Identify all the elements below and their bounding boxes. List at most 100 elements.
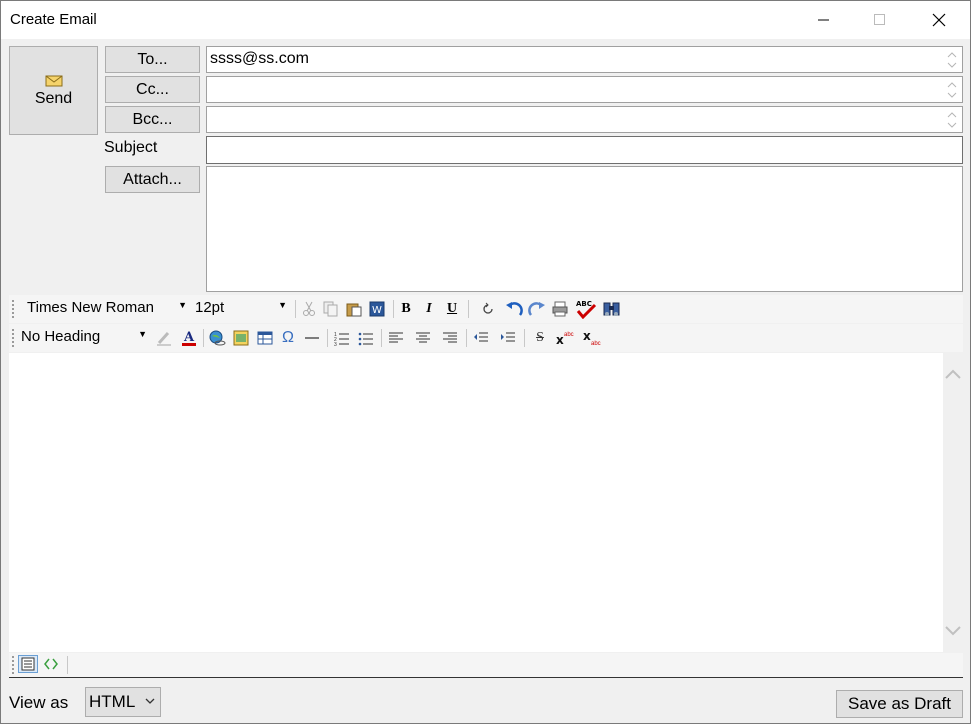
font-size-value: 12pt — [195, 299, 225, 316]
paste-icon[interactable] — [345, 300, 363, 318]
formatting-toolbar-1: Times New Roman ▼ 12pt ▼ W B I U ABC — [9, 295, 963, 323]
minimize-button[interactable] — [801, 1, 847, 39]
design-view-button[interactable] — [18, 655, 38, 673]
toolbar-separator — [381, 329, 382, 347]
editor-scrollbar[interactable] — [943, 353, 963, 652]
font-family-dropdown[interactable]: Times New Roman ▼ — [27, 299, 187, 319]
cc-field[interactable] — [206, 76, 963, 103]
to-field-value: ssss@ss.com — [210, 50, 309, 67]
copy-icon[interactable] — [322, 300, 340, 318]
heading-dropdown[interactable]: No Heading ▼ — [21, 328, 147, 348]
design-view-icon — [21, 657, 35, 671]
scroll-down-icon[interactable] — [943, 621, 963, 641]
to-field-spinner-icon[interactable] — [942, 47, 962, 72]
toolbar-separator — [327, 329, 328, 347]
scroll-up-icon[interactable] — [943, 365, 963, 385]
create-email-window: Create Email Send To... Cc... Bcc... Sub… — [0, 0, 971, 724]
font-family-value: Times New Roman — [27, 299, 154, 316]
close-icon — [932, 13, 946, 27]
window-title: Create Email — [10, 11, 97, 28]
print-icon[interactable] — [551, 300, 569, 318]
toolbar-grip[interactable] — [12, 656, 16, 674]
formatting-toolbar-2: No Heading ▼ A Ω 123 S x abc x abc — [9, 324, 963, 352]
italic-icon[interactable]: I — [420, 300, 438, 318]
maximize-button[interactable] — [857, 1, 903, 39]
align-left-icon[interactable] — [387, 329, 405, 347]
save-as-draft-button[interactable]: Save as Draft — [836, 690, 963, 718]
svg-text:3: 3 — [334, 342, 337, 346]
send-label: Send — [34, 89, 73, 107]
hyperlink-icon[interactable] — [208, 329, 226, 347]
svg-text:A: A — [183, 330, 195, 345]
font-size-dropdown[interactable]: 12pt ▼ — [195, 299, 287, 319]
svg-text:ABC: ABC — [576, 300, 592, 308]
align-right-icon[interactable] — [441, 329, 459, 347]
cc-button[interactable]: Cc... — [105, 76, 200, 103]
bold-icon[interactable]: B — [397, 300, 415, 318]
special-char-icon[interactable]: Ω — [279, 329, 297, 347]
svg-text:W: W — [372, 305, 382, 316]
toolbar-separator — [524, 329, 525, 347]
cc-field-spinner-icon[interactable] — [942, 77, 962, 102]
refresh-icon[interactable] — [479, 300, 497, 318]
toolbar-separator — [393, 300, 394, 318]
view-as-select[interactable]: HTML — [85, 687, 161, 717]
chevron-down-icon: ▼ — [278, 300, 287, 310]
bullet-list-icon[interactable] — [357, 329, 375, 347]
toolbar-separator — [67, 656, 68, 674]
title-bar: Create Email — [1, 1, 970, 39]
close-button[interactable] — [916, 1, 962, 39]
redo-icon[interactable] — [528, 300, 546, 318]
svg-text:abc: abc — [564, 332, 574, 338]
editor-mode-bar — [9, 653, 963, 678]
toolbar-separator — [295, 300, 296, 318]
toolbar-separator — [466, 329, 467, 347]
find-icon[interactable] — [602, 300, 622, 318]
svg-text:x: x — [583, 330, 591, 343]
cut-icon[interactable] — [300, 300, 318, 318]
toolbar-grip[interactable] — [12, 329, 16, 347]
horizontal-rule-icon[interactable] — [303, 329, 321, 347]
to-field[interactable]: ssss@ss.com — [206, 46, 963, 73]
attachments-list[interactable] — [206, 166, 963, 292]
heading-value: No Heading — [21, 328, 101, 345]
bcc-field-spinner-icon[interactable] — [942, 107, 962, 132]
numbered-list-icon[interactable]: 123 — [333, 329, 351, 347]
paste-word-icon[interactable]: W — [368, 300, 386, 318]
save-as-draft-label: Save as Draft — [848, 694, 951, 713]
chevron-down-icon — [145, 698, 155, 704]
table-icon[interactable] — [256, 329, 274, 347]
svg-text:x: x — [556, 333, 564, 346]
highlight-icon[interactable] — [155, 329, 173, 347]
font-color-icon[interactable]: A — [180, 329, 198, 347]
to-button[interactable]: To... — [105, 46, 200, 73]
toolbar-separator — [203, 329, 204, 347]
subscript-icon[interactable]: x abc — [582, 329, 602, 347]
chevron-down-icon: ▼ — [178, 300, 187, 310]
message-body-editor[interactable] — [9, 353, 963, 652]
svg-text:abc: abc — [591, 341, 601, 346]
attach-button[interactable]: Attach... — [105, 166, 200, 193]
toolbar-separator — [468, 300, 469, 318]
to-button-label: To... — [137, 50, 168, 68]
view-as-label: View as — [9, 693, 69, 712]
bcc-button[interactable]: Bcc... — [105, 106, 200, 133]
cc-button-label: Cc... — [136, 80, 169, 98]
superscript-icon[interactable]: x abc — [555, 329, 575, 347]
toolbar-grip[interactable] — [12, 300, 16, 318]
spellcheck-icon[interactable]: ABC — [575, 300, 597, 319]
html-source-button[interactable] — [42, 655, 62, 673]
strikethrough-icon[interactable]: S — [531, 329, 549, 347]
bcc-button-label: Bcc... — [132, 110, 173, 128]
image-icon[interactable] — [232, 329, 250, 347]
undo-icon[interactable] — [505, 300, 523, 318]
underline-icon[interactable]: U — [443, 300, 461, 318]
code-view-icon — [44, 658, 58, 670]
chevron-down-icon: ▼ — [138, 329, 147, 339]
align-center-icon[interactable] — [414, 329, 432, 347]
outdent-icon[interactable] — [472, 329, 490, 347]
subject-field[interactable] — [206, 136, 963, 164]
indent-icon[interactable] — [499, 329, 517, 347]
bcc-field[interactable] — [206, 106, 963, 133]
send-button[interactable]: Send — [9, 46, 98, 135]
